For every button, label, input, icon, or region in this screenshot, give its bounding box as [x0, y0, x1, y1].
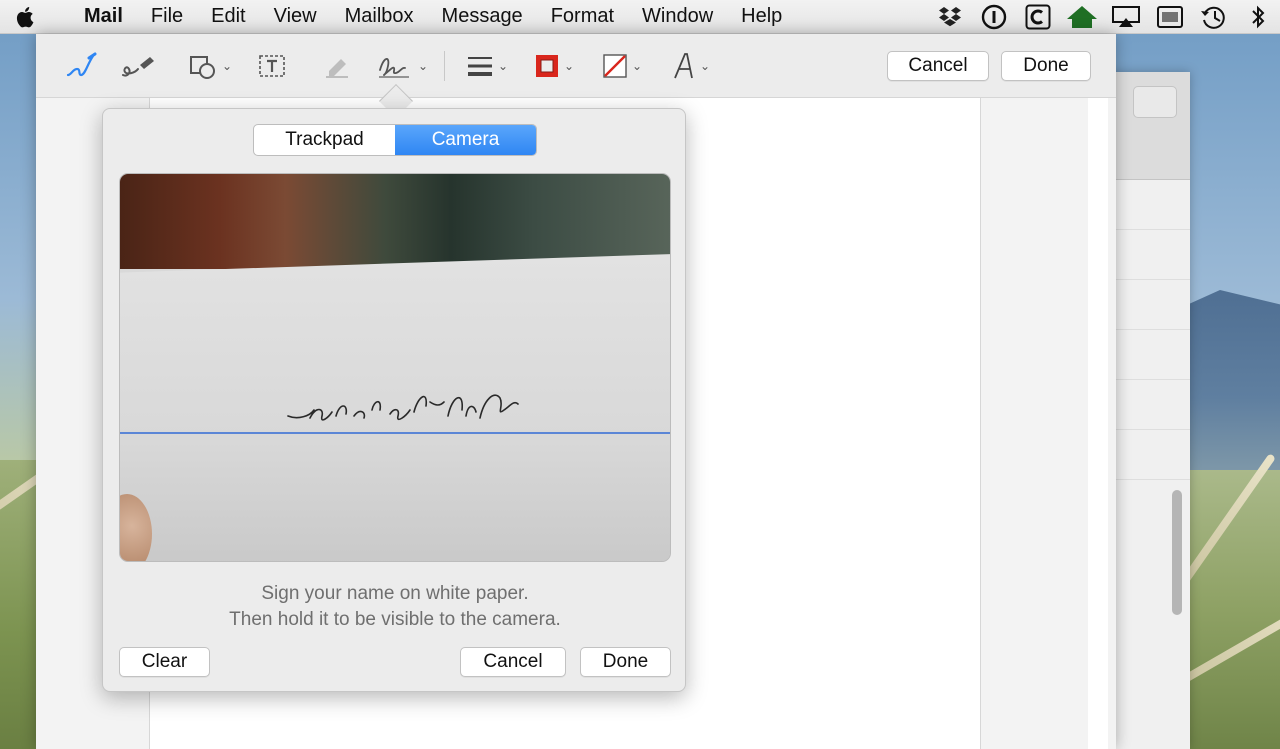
- chevron-down-icon: ⌄: [632, 59, 643, 73]
- text-style-tool-button[interactable]: ⌄: [672, 48, 710, 84]
- keyboard-viewer-icon[interactable]: [1148, 0, 1192, 34]
- c-app-icon[interactable]: [1016, 0, 1060, 34]
- highlight-tool-button[interactable]: [323, 48, 353, 84]
- chevron-down-icon: ⌄: [418, 59, 429, 73]
- line-style-icon: [468, 57, 492, 76]
- sketch-tool-button[interactable]: [64, 48, 98, 84]
- shapes-tool-button[interactable]: ⌄: [188, 48, 232, 84]
- text-style-icon: [674, 53, 693, 79]
- chevron-down-icon: ⌄: [498, 59, 509, 73]
- list-item[interactable]: [1111, 230, 1190, 280]
- document-margin-strip: [1088, 98, 1108, 749]
- shapes-icon: [190, 56, 215, 79]
- signature-instructions: Sign your name on white paper. Then hold…: [103, 581, 687, 633]
- menu-help[interactable]: Help: [727, 5, 796, 28]
- chevron-down-icon: ⌄: [222, 59, 233, 73]
- 1password-icon[interactable]: [972, 0, 1016, 34]
- mail-background-window: [1110, 72, 1190, 749]
- home-icon[interactable]: [1060, 0, 1104, 34]
- list-item[interactable]: [1111, 330, 1190, 380]
- fill-color-icon: [603, 54, 627, 78]
- done-button[interactable]: Done: [580, 647, 671, 677]
- menu-edit[interactable]: Edit: [197, 5, 259, 28]
- cancel-button[interactable]: Cancel: [460, 647, 566, 677]
- menu-mailbox[interactable]: Mailbox: [331, 5, 428, 28]
- signature-baseline: [120, 432, 670, 434]
- border-color-icon: [536, 55, 558, 77]
- dropbox-icon[interactable]: [928, 0, 972, 34]
- menu-file[interactable]: File: [137, 5, 197, 28]
- bluetooth-icon[interactable]: [1236, 0, 1280, 34]
- text-tool-button[interactable]: [258, 48, 286, 84]
- draw-tool-button[interactable]: [118, 48, 158, 84]
- menu-message[interactable]: Message: [428, 5, 537, 28]
- tab-camera[interactable]: Camera: [395, 125, 536, 155]
- chevron-down-icon: ⌄: [700, 59, 711, 73]
- signature-source-selector: Trackpad Camera: [253, 124, 537, 156]
- menu-window[interactable]: Window: [628, 5, 727, 28]
- airplay-icon[interactable]: [1104, 0, 1148, 34]
- menu-app-mail[interactable]: Mail: [50, 5, 137, 28]
- list-item[interactable]: [1111, 380, 1190, 430]
- status-menu-icons: [928, 0, 1280, 34]
- mail-window-button[interactable]: [1133, 86, 1177, 118]
- fill-color-tool-button[interactable]: ⌄: [602, 48, 642, 84]
- list-item[interactable]: [1111, 430, 1190, 480]
- signature-popover: Trackpad Camera Sign your name on white …: [102, 108, 686, 692]
- markup-done-button[interactable]: Done: [1001, 51, 1091, 81]
- border-color-tool-button[interactable]: ⌄: [534, 48, 574, 84]
- instruction-line: Sign your name on white paper.: [261, 583, 529, 604]
- signature-icon: [379, 58, 409, 78]
- time-machine-icon[interactable]: [1192, 0, 1236, 34]
- clear-button[interactable]: Clear: [119, 647, 210, 677]
- menu-view[interactable]: View: [260, 5, 331, 28]
- instruction-line: Then hold it to be visible to the camera…: [229, 609, 561, 630]
- draw-icon: [122, 57, 154, 77]
- menu-bar: Mail File Edit View Mailbox Message Form…: [0, 0, 1280, 34]
- sign-tool-button[interactable]: ⌄: [376, 48, 428, 84]
- toolbar-divider: [444, 51, 445, 81]
- apple-menu-icon[interactable]: [0, 6, 50, 28]
- markup-toolbar: ⌄ ⌄ ⌄ ⌄ ⌄ ⌄ Cancel Done: [36, 34, 1116, 98]
- chevron-down-icon: ⌄: [564, 59, 575, 73]
- camera-preview: [119, 173, 671, 562]
- text-box-icon: [259, 55, 285, 77]
- camera-background: [120, 174, 670, 269]
- list-item[interactable]: [1111, 280, 1190, 330]
- markup-cancel-button[interactable]: Cancel: [887, 51, 989, 81]
- line-style-tool-button[interactable]: ⌄: [466, 48, 508, 84]
- tab-trackpad[interactable]: Trackpad: [254, 125, 395, 155]
- highlighter-icon: [326, 59, 348, 78]
- sketch-icon: [66, 52, 97, 77]
- list-item[interactable]: [1111, 180, 1190, 230]
- menu-format[interactable]: Format: [537, 5, 628, 28]
- scrollbar[interactable]: [1172, 490, 1182, 615]
